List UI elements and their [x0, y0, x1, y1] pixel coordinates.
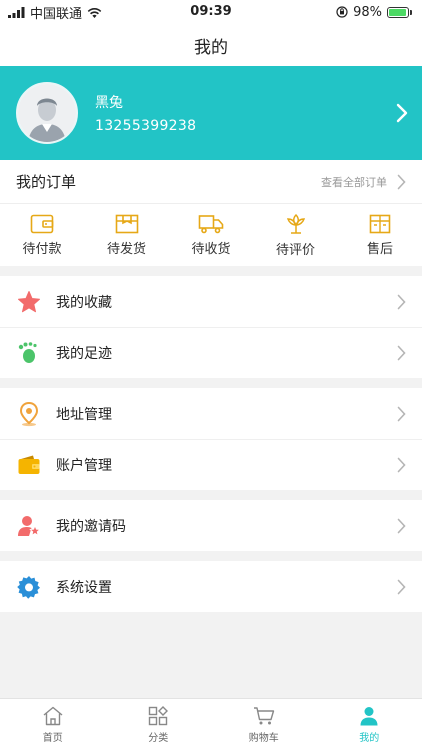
order-status-row: 待付款 待发货 待收货 待评价 售后: [0, 204, 422, 266]
orientation-lock-icon: [336, 6, 348, 18]
order-pending-shipment[interactable]: 待发货: [91, 204, 163, 266]
carrier-label: 中国联通: [30, 6, 83, 22]
user-star-icon: [16, 513, 42, 539]
view-all-orders-label: 查看全部订单: [321, 175, 387, 189]
tab-label: 我的: [359, 732, 380, 744]
chevron-right-icon: [397, 294, 406, 309]
menu-label: 我的邀请码: [56, 518, 126, 535]
tab-label: 购物车: [248, 732, 279, 744]
order-pending-receipt[interactable]: 待收货: [175, 204, 247, 266]
wallet-icon: [30, 214, 54, 233]
order-pending-review[interactable]: 待评价: [260, 204, 332, 266]
truck-icon: [198, 214, 224, 233]
chevron-right-icon: [397, 345, 406, 360]
divider: [0, 378, 422, 388]
user-phone: 13255399238: [95, 118, 197, 134]
star-icon: [16, 289, 42, 315]
chevron-right-icon: [397, 518, 406, 533]
chevron-right-icon: [397, 457, 406, 472]
orders-section: 我的订单 查看全部订单 待付款 待发货 待收货 待评价 售后: [0, 160, 422, 266]
nav-bar: 我的: [0, 24, 422, 66]
category-grid-icon: [149, 705, 169, 725]
menu-item-favorites[interactable]: 我的收藏: [0, 276, 422, 327]
after-sale-icon: [369, 214, 391, 233]
battery-icon: [387, 6, 412, 18]
wallet-icon: [16, 452, 42, 478]
signal-icon: [8, 6, 25, 18]
order-label: 待付款: [22, 241, 62, 257]
order-after-sale[interactable]: 售后: [344, 204, 416, 266]
menu-group-invite: 我的邀请码: [0, 500, 422, 551]
footprint-icon: [16, 340, 42, 366]
divider: [0, 490, 422, 500]
tab-label: 分类: [148, 732, 169, 744]
order-pending-payment[interactable]: 待付款: [6, 204, 78, 266]
tab-cart[interactable]: 购物车: [211, 699, 317, 750]
wifi-icon: [87, 7, 102, 18]
chevron-right-icon[interactable]: [396, 103, 408, 123]
chevron-right-icon: [397, 579, 406, 594]
menu-label: 地址管理: [56, 406, 112, 423]
order-label: 售后: [366, 241, 393, 257]
menu-group-settings: 系统设置: [0, 561, 422, 612]
home-icon: [43, 706, 63, 725]
order-label: 待评价: [275, 242, 315, 258]
location-pin-icon: [16, 401, 42, 427]
menu-group-management: 地址管理 账户管理: [0, 388, 422, 490]
order-label: 待发货: [106, 241, 146, 257]
package-icon: [115, 214, 138, 233]
tab-mine[interactable]: 我的: [317, 699, 422, 750]
profile-card[interactable]: 黑兔 13255399238: [0, 66, 422, 160]
menu-group-collections: 我的收藏 我的足迹: [0, 276, 422, 378]
menu-label: 我的足迹: [56, 345, 112, 362]
tab-bar: 首页 分类 购物车 我的: [0, 698, 422, 750]
orders-header: 我的订单 查看全部订单: [0, 160, 422, 204]
chevron-right-icon: [397, 174, 406, 189]
review-icon: [286, 213, 305, 234]
menu-label: 我的收藏: [56, 294, 112, 311]
menu-label: 账户管理: [56, 457, 112, 474]
menu-item-address[interactable]: 地址管理: [0, 388, 422, 439]
divider: [0, 551, 422, 561]
user-icon: [360, 706, 378, 725]
cart-icon: [253, 706, 274, 724]
user-name: 黑兔: [95, 95, 123, 111]
user-avatar-icon: [18, 84, 76, 142]
tab-category[interactable]: 分类: [106, 699, 212, 750]
chevron-right-icon: [397, 406, 406, 421]
avatar[interactable]: [16, 82, 78, 144]
tab-home[interactable]: 首页: [0, 699, 106, 750]
battery-percent: 98%: [353, 4, 382, 20]
view-all-orders-link[interactable]: 查看全部订单: [321, 174, 406, 190]
tab-label: 首页: [42, 732, 63, 744]
menu-item-invite-code[interactable]: 我的邀请码: [0, 500, 422, 551]
menu-item-settings[interactable]: 系统设置: [0, 561, 422, 612]
menu-item-footprints[interactable]: 我的足迹: [0, 327, 422, 378]
page-title: 我的: [194, 37, 228, 58]
status-bar: 中国联通 09:39 98%: [0, 0, 422, 24]
orders-title: 我的订单: [16, 173, 77, 191]
menu-item-account[interactable]: 账户管理: [0, 439, 422, 490]
gear-icon: [16, 574, 42, 600]
order-label: 待收货: [191, 241, 231, 257]
menu-label: 系统设置: [56, 579, 112, 596]
divider: [0, 266, 422, 276]
